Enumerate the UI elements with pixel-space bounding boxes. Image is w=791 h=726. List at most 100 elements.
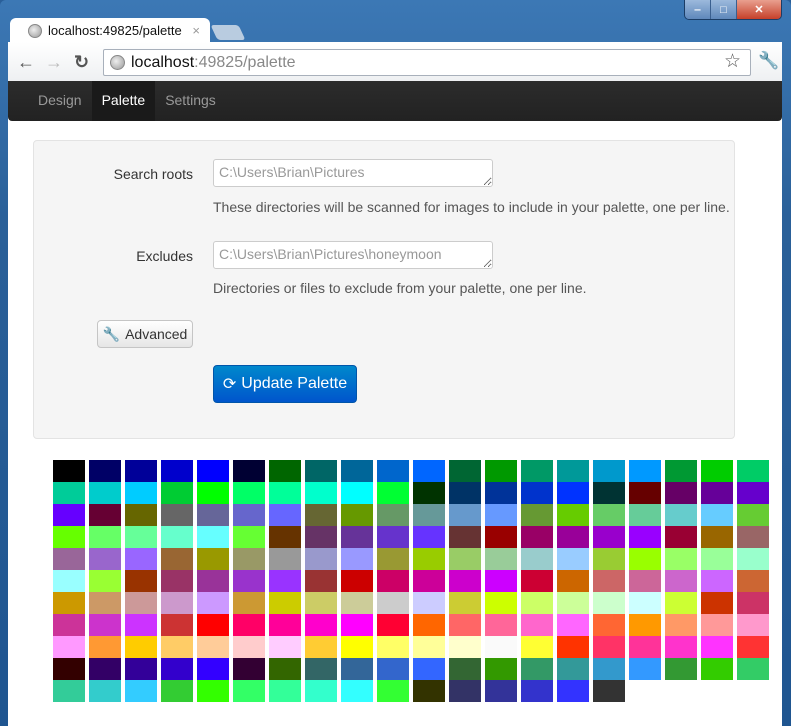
nav-palette[interactable]: Palette (91, 81, 156, 121)
palette-swatch (557, 570, 589, 592)
palette-swatch (629, 614, 661, 636)
advanced-button[interactable]: 🔧 Advanced (97, 320, 193, 348)
palette-swatch (269, 526, 301, 548)
nav-settings[interactable]: Settings (155, 81, 226, 121)
palette-swatch (341, 526, 373, 548)
palette-swatch (485, 614, 517, 636)
palette-swatch (233, 526, 265, 548)
forward-icon[interactable]: → (45, 52, 63, 73)
palette-swatch (305, 526, 337, 548)
browser-tab[interactable]: localhost:49825/palette × (10, 18, 210, 43)
palette-swatch (665, 460, 697, 482)
browser-toolbar: ← → ↻ localhost:49825/palette ☆ 🔧 (8, 42, 782, 81)
wrench-icon: 🔧 (102, 325, 121, 342)
palette-swatch (269, 570, 301, 592)
palette-swatch (485, 570, 517, 592)
palette-swatch (377, 636, 409, 658)
palette-swatch (89, 636, 121, 658)
palette-swatch (89, 548, 121, 570)
address-bar[interactable]: localhost:49825/palette (103, 49, 751, 76)
palette-swatch (449, 548, 481, 570)
palette-swatch (341, 658, 373, 680)
palette-swatch (485, 548, 517, 570)
palette-swatch (413, 548, 445, 570)
palette-swatch (737, 504, 769, 526)
palette-swatch (197, 592, 229, 614)
palette-swatch (269, 504, 301, 526)
palette-swatch (269, 460, 301, 482)
palette-swatch (197, 548, 229, 570)
palette-swatch (485, 680, 517, 702)
palette-swatch (413, 570, 445, 592)
wrench-menu-icon[interactable]: 🔧 (758, 51, 779, 71)
reload-icon[interactable]: ↻ (74, 52, 89, 73)
palette-swatch (521, 482, 553, 504)
palette-swatch (233, 636, 265, 658)
palette-swatch (557, 636, 589, 658)
palette-swatch (53, 636, 85, 658)
bookmark-star-icon[interactable]: ☆ (724, 50, 741, 73)
palette-swatch (305, 592, 337, 614)
update-palette-button[interactable]: ⟳ Update Palette (213, 365, 357, 403)
palette-swatch (269, 636, 301, 658)
palette-swatch (197, 570, 229, 592)
palette-swatch (197, 636, 229, 658)
palette-swatch (377, 460, 409, 482)
palette-swatch (377, 504, 409, 526)
palette-swatch (305, 636, 337, 658)
palette-swatch (125, 592, 157, 614)
palette-swatch (449, 460, 481, 482)
palette-swatch (125, 614, 157, 636)
palette-swatch (485, 460, 517, 482)
palette-swatch (413, 460, 445, 482)
palette-swatch (701, 614, 733, 636)
palette-swatch (629, 504, 661, 526)
palette-swatch (629, 548, 661, 570)
palette-swatch (449, 592, 481, 614)
back-icon[interactable]: ← (17, 52, 35, 73)
palette-swatch (53, 680, 85, 702)
close-window-button[interactable]: ✕ (737, 0, 781, 19)
excludes-input[interactable] (213, 241, 493, 269)
palette-swatch (53, 460, 85, 482)
palette-swatch (161, 570, 193, 592)
page: Design Palette Settings Search roots The… (8, 81, 782, 726)
palette-swatch (305, 460, 337, 482)
palette-swatch (701, 592, 733, 614)
palette-swatch (449, 680, 481, 702)
palette-swatch (89, 680, 121, 702)
palette-swatch (521, 570, 553, 592)
palette-swatch (305, 548, 337, 570)
search-roots-label: Search roots (113, 166, 193, 182)
palette-swatch (233, 570, 265, 592)
palette-swatch (665, 658, 697, 680)
palette-swatch (701, 504, 733, 526)
palette-swatch (341, 636, 373, 658)
maximize-button[interactable]: □ (711, 0, 737, 19)
palette-swatch (449, 482, 481, 504)
palette-swatch (269, 548, 301, 570)
palette-swatch (701, 482, 733, 504)
palette-swatch (593, 548, 625, 570)
palette-swatch (485, 504, 517, 526)
palette-grid (53, 460, 773, 702)
palette-swatch (413, 482, 445, 504)
close-tab-icon[interactable]: × (192, 23, 200, 38)
url-path: :49825/palette (194, 53, 296, 71)
palette-swatch (449, 504, 481, 526)
palette-swatch (341, 504, 373, 526)
palette-swatch (125, 504, 157, 526)
palette-swatch (125, 570, 157, 592)
palette-swatch (485, 658, 517, 680)
palette-swatch (341, 614, 373, 636)
palette-swatch (521, 504, 553, 526)
palette-swatch (593, 658, 625, 680)
palette-swatch (305, 504, 337, 526)
nav-design[interactable]: Design (28, 81, 92, 121)
minimize-button[interactable]: ‒ (685, 0, 711, 19)
palette-swatch (377, 548, 409, 570)
palette-swatch (557, 526, 589, 548)
refresh-icon: ⟳ (222, 376, 237, 393)
search-roots-input[interactable] (213, 159, 493, 187)
palette-swatch (197, 504, 229, 526)
